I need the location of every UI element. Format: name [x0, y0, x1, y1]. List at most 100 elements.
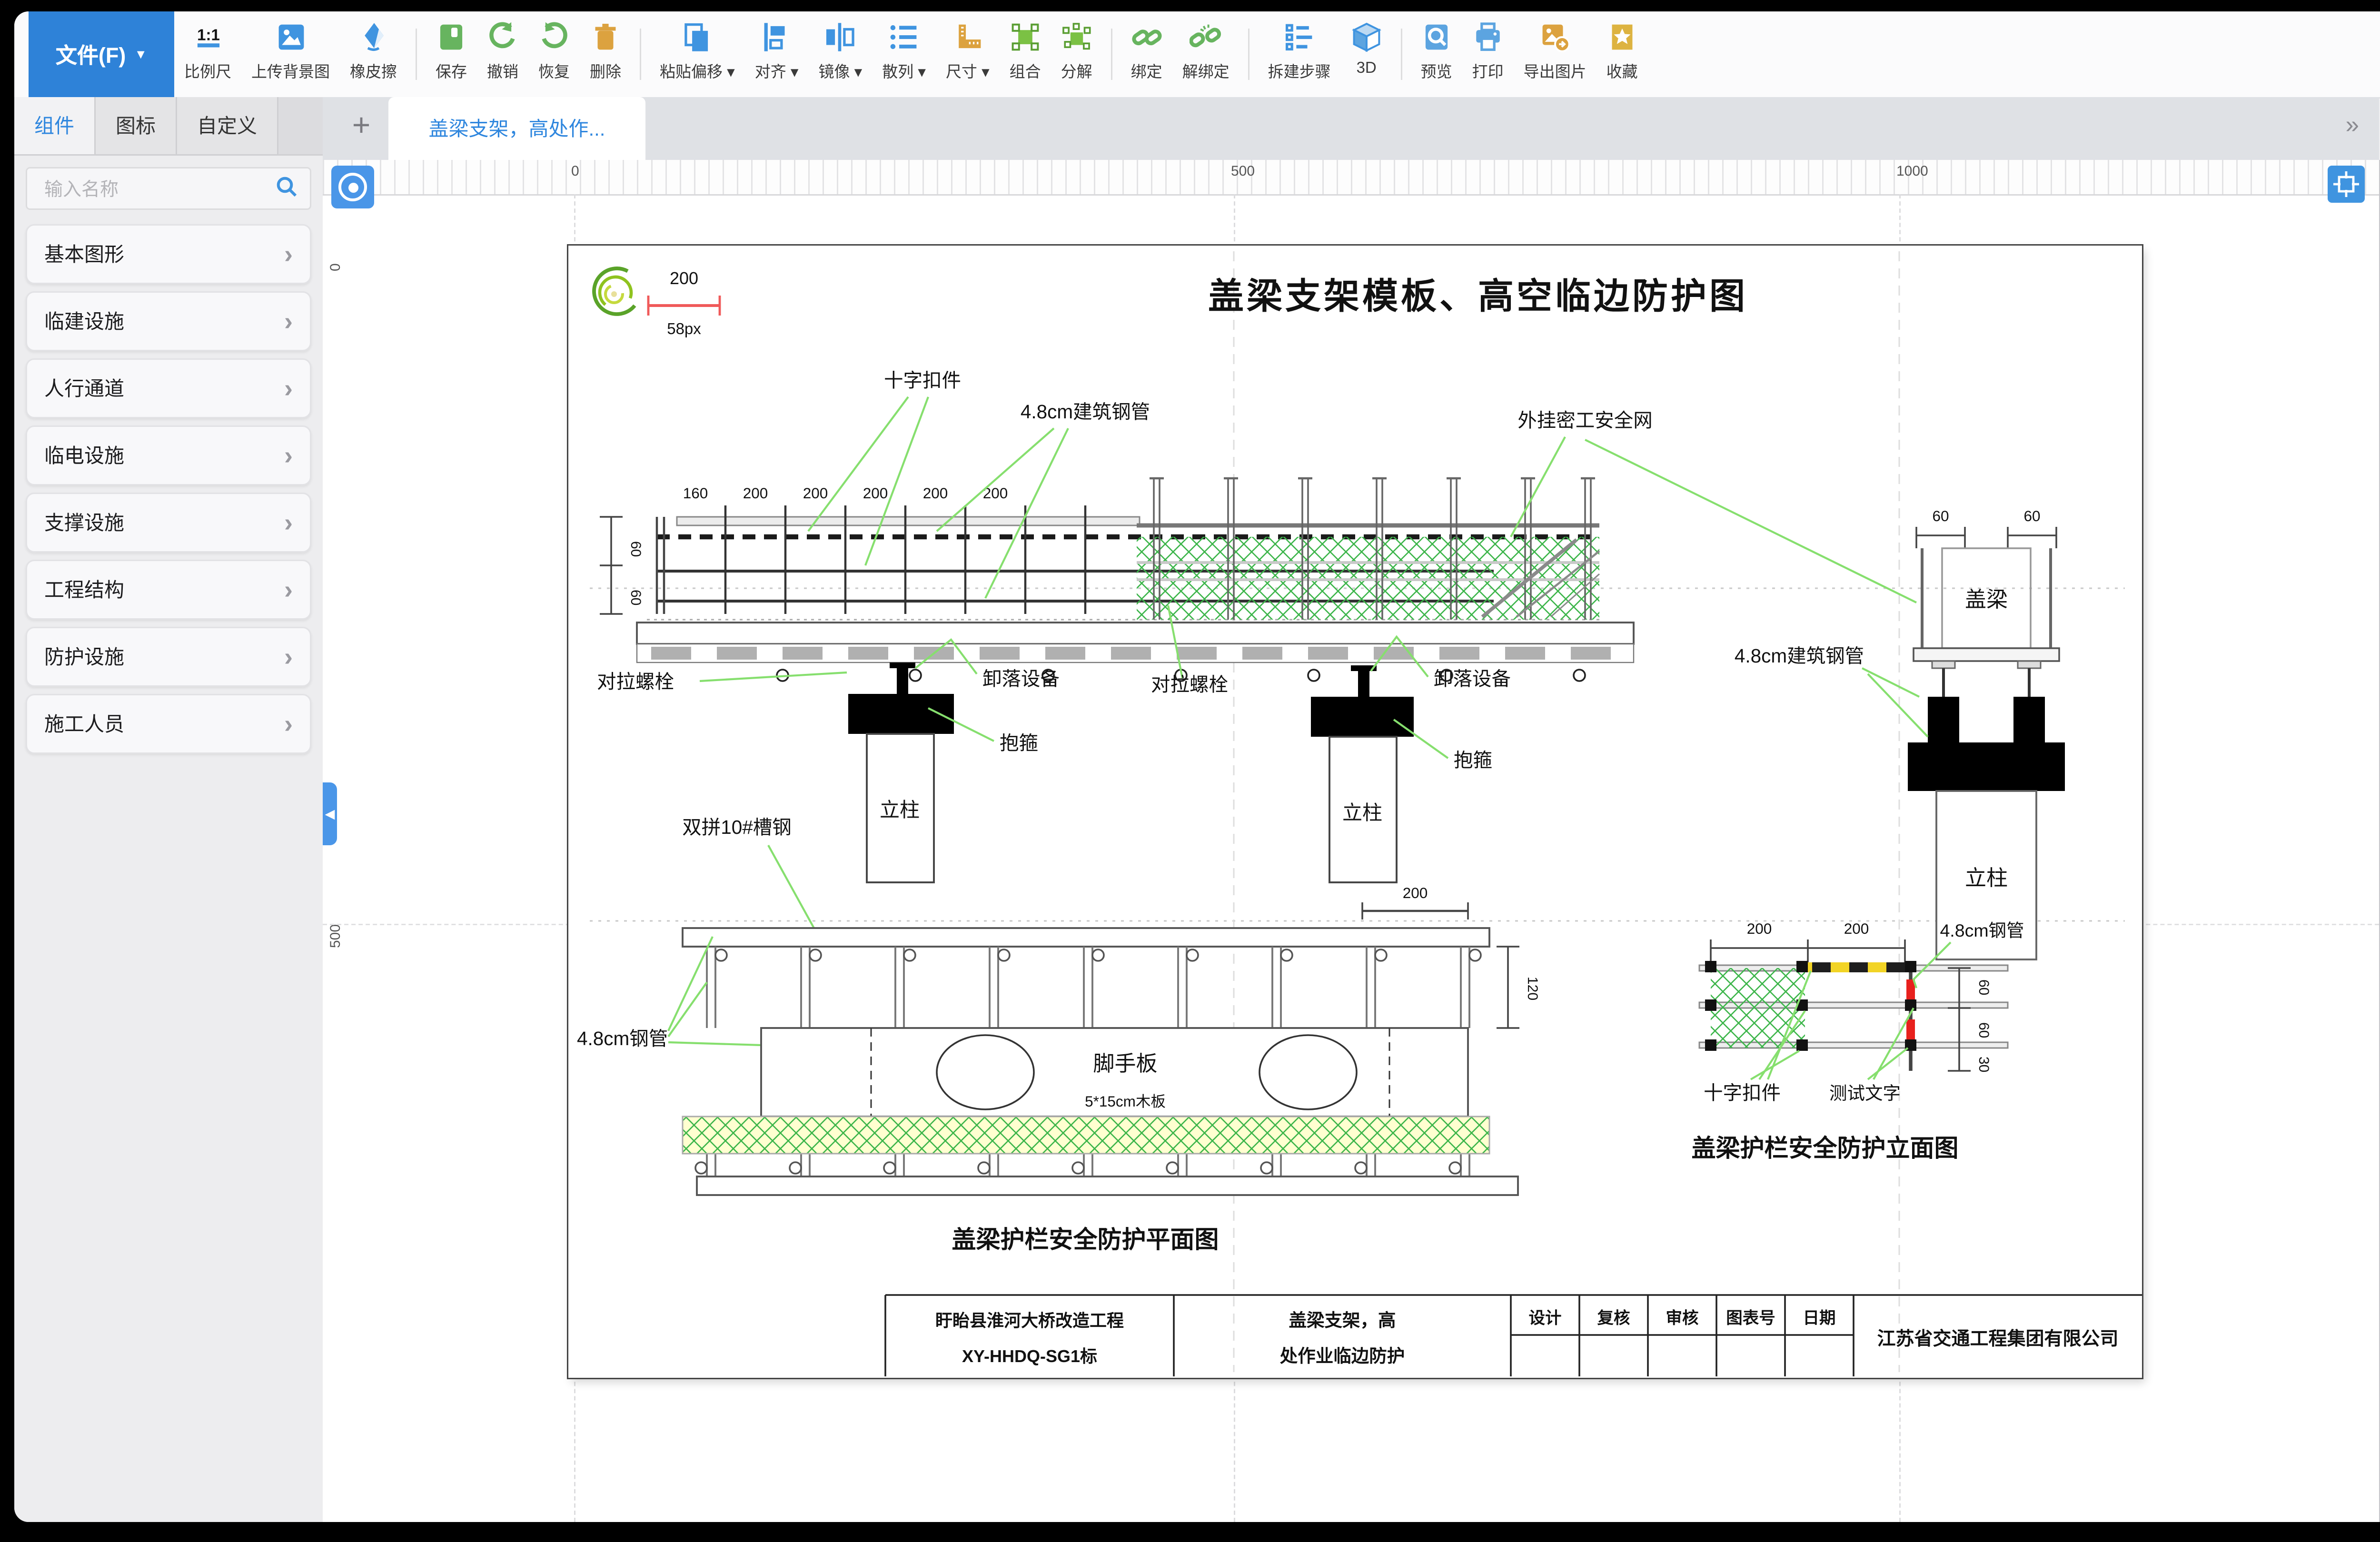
- svg-text:60: 60: [1976, 979, 1992, 995]
- unbind-icon: [1190, 21, 1221, 53]
- svg-text:60: 60: [628, 541, 644, 557]
- toolbar-groups: 1:1 比例尺上传背景图橡皮擦保存撤销恢复删除 粘贴偏移 ▾ 对齐 ▾ 镜像 ▾ 散列 ▾…: [174, 11, 1648, 97]
- svg-text:测试文字: 测试文字: [1829, 1083, 1901, 1103]
- toolbar-button-preview[interactable]: 预览: [1411, 11, 1462, 97]
- steps-icon: [1284, 21, 1315, 53]
- sidebar-tab-组件[interactable]: 组件: [14, 97, 96, 154]
- toolbar-button-favorite[interactable]: 收藏: [1597, 11, 1648, 97]
- sidebar-category-支撑设施[interactable]: 支撑设施›: [26, 493, 311, 553]
- scale-1-1-icon: 1:1: [192, 21, 224, 53]
- toolbar-button-group[interactable]: 组合: [1000, 11, 1051, 97]
- company-logo-icon: [585, 259, 649, 323]
- drawing-title: 盖梁支架模板、高空临边防护图: [1208, 276, 1748, 316]
- toolbar-button-steps[interactable]: 拆建步骤: [1258, 11, 1341, 97]
- sidebar-tab-图标[interactable]: 图标: [96, 97, 177, 154]
- category-label: 临建设施: [44, 307, 124, 336]
- category-label: 支撑设施: [44, 508, 124, 537]
- drawing-paper[interactable]: 200 58px 盖梁支架模板、高空临边防护图 160 200 200 200 …: [568, 246, 2142, 1378]
- component-sidebar: 组件图标自定义 基本图形›临建设施›人行通道›临电设施›支撑设施›工程结构›防护…: [14, 97, 324, 1522]
- sidebar-category-防护设施[interactable]: 防护设施›: [26, 627, 311, 687]
- chevron-right-icon: ›: [284, 709, 293, 739]
- toolbar-button-align[interactable]: 对齐 ▾: [745, 11, 809, 97]
- dimension-icon: [952, 21, 983, 53]
- toolbar-button-undo[interactable]: 撤销: [477, 11, 528, 97]
- toolbar-button-label: 打印: [1472, 60, 1504, 83]
- chevron-right-icon: ›: [284, 441, 293, 471]
- sidebar-category-临电设施[interactable]: 临电设施 ›: [26, 425, 311, 485]
- category-label: 临电设施: [44, 441, 124, 470]
- toolbar-button-ungroup[interactable]: 分解: [1051, 11, 1102, 97]
- add-tab-button[interactable]: +: [343, 109, 380, 146]
- caret-down-icon: ▼: [134, 47, 147, 61]
- svg-text:1:1: 1:1: [197, 26, 219, 44]
- toolbar-button-cube-3d[interactable]: 3D: [1341, 11, 1392, 97]
- toolbar-button-label: 对齐 ▾: [755, 60, 799, 83]
- eraser-icon: [358, 21, 389, 53]
- svg-text:60: 60: [628, 590, 644, 605]
- chevron-right-icon: ›: [284, 374, 293, 404]
- svg-text:盱眙县淮河大桥改造工程: 盱眙县淮河大桥改造工程: [935, 1311, 1124, 1330]
- svg-text:盖梁: 盖梁: [1965, 587, 2008, 612]
- toolbar-button-label: 删除: [590, 60, 621, 83]
- toolbar-button-redo[interactable]: 恢复: [528, 11, 580, 97]
- fit-view-button[interactable]: [2328, 166, 2365, 203]
- svg-text:对拉螺栓: 对拉螺栓: [1151, 673, 1228, 695]
- sidebar-category-工程结构[interactable]: 工程结构›: [26, 560, 311, 620]
- sidebar-collapse-handle[interactable]: ◀: [323, 782, 337, 845]
- toolbar-button-dimension[interactable]: 尺寸 ▾: [936, 11, 1000, 97]
- preview-icon: [1421, 21, 1452, 53]
- toolbar-button-mirror[interactable]: 镜像 ▾: [808, 11, 872, 97]
- toolbar-button-paste-offset[interactable]: 粘贴偏移 ▾: [650, 11, 745, 97]
- chevron-right-icon: ›: [284, 642, 293, 672]
- toolbar-button-label: 分解: [1061, 60, 1092, 83]
- file-menu-button[interactable]: 文件(F) ▼: [29, 11, 174, 97]
- sidebar-category-临建设施[interactable]: 临建设施›: [26, 291, 311, 351]
- toolbar-separator: [1401, 29, 1402, 80]
- toolbar-button-delete[interactable]: 删除: [580, 11, 631, 97]
- toolbar-button-export-image[interactable]: 导出图片: [1514, 11, 1597, 97]
- toolbar-button-label: 比例尺: [184, 60, 231, 83]
- delete-icon: [590, 21, 621, 53]
- toolbar-button-label: 镜像 ▾: [818, 60, 862, 83]
- sidebar-category-施工人员[interactable]: 施工人员›: [26, 694, 311, 754]
- svg-text:60: 60: [1976, 1022, 1992, 1038]
- svg-text:对拉螺栓: 对拉螺栓: [597, 671, 674, 692]
- toolbar-button-bind[interactable]: 绑定: [1121, 11, 1172, 97]
- sidebar-tab-自定义[interactable]: 自定义: [177, 97, 278, 154]
- toolbar: 文件(F) ▼ 1:1 比例尺上传背景图橡皮擦保存撤销恢复删除 粘贴偏移 ▾ 对齐 ▾…: [14, 11, 2380, 99]
- svg-text:200: 200: [670, 268, 698, 288]
- sidebar-category-人行通道[interactable]: 人行通道 ›: [26, 358, 311, 418]
- pan-tool-button[interactable]: [331, 166, 374, 208]
- svg-text:200: 200: [923, 484, 948, 502]
- sidebar-category-基本图形[interactable]: 基本图形›: [26, 224, 311, 284]
- title-block-text: 盱眙县淮河大桥改造工程 XY-HHDQ-SG1标 盖梁支架，高 处作业临边防护 …: [935, 1309, 2119, 1366]
- drawing-canvas[interactable]: 0 500 1000 0 500: [323, 160, 2379, 1522]
- toolbar-button-label: 粘贴偏移 ▾: [660, 60, 735, 83]
- tab-overflow-icon[interactable]: »: [2346, 111, 2359, 140]
- category-label: 人行通道: [44, 374, 124, 403]
- svg-text:立柱: 立柱: [880, 799, 920, 821]
- toolbar-button-save[interactable]: 保存: [426, 11, 477, 97]
- toolbar-button-unbind[interactable]: 解绑定: [1172, 11, 1240, 97]
- horizontal-ruler: 0 500 1000: [323, 160, 2379, 196]
- toolbar-button-label: 解绑定: [1182, 60, 1230, 83]
- toolbar-button-distribute[interactable]: 散列 ▾: [872, 11, 936, 97]
- print-icon: [1472, 21, 1504, 53]
- leader-lines: [1862, 668, 1928, 737]
- ruler-mark: 500: [328, 924, 344, 948]
- svg-text:卸落设备: 卸落设备: [982, 668, 1060, 690]
- category-label: 工程结构: [44, 575, 124, 604]
- toolbar-button-scale-1-1[interactable]: 1:1 比例尺: [174, 11, 241, 97]
- chevron-right-icon: ›: [284, 239, 293, 269]
- svg-text:5*15cm木板: 5*15cm木板: [1085, 1093, 1166, 1110]
- toolbar-separator: [416, 29, 417, 80]
- document-tab-active[interactable]: 盖梁支架，高处作...: [388, 97, 645, 160]
- search-input[interactable]: [41, 177, 261, 201]
- toolbar-button-print[interactable]: 打印: [1462, 11, 1514, 97]
- toolbar-button-upload-image[interactable]: 上传背景图: [241, 11, 340, 97]
- distribute-icon: [888, 21, 920, 53]
- toolbar-button-eraser[interactable]: 橡皮擦: [340, 11, 407, 97]
- bind-icon: [1131, 21, 1162, 53]
- search-box[interactable]: [26, 167, 311, 210]
- svg-text:外挂密工安全网: 外挂密工安全网: [1517, 409, 1653, 431]
